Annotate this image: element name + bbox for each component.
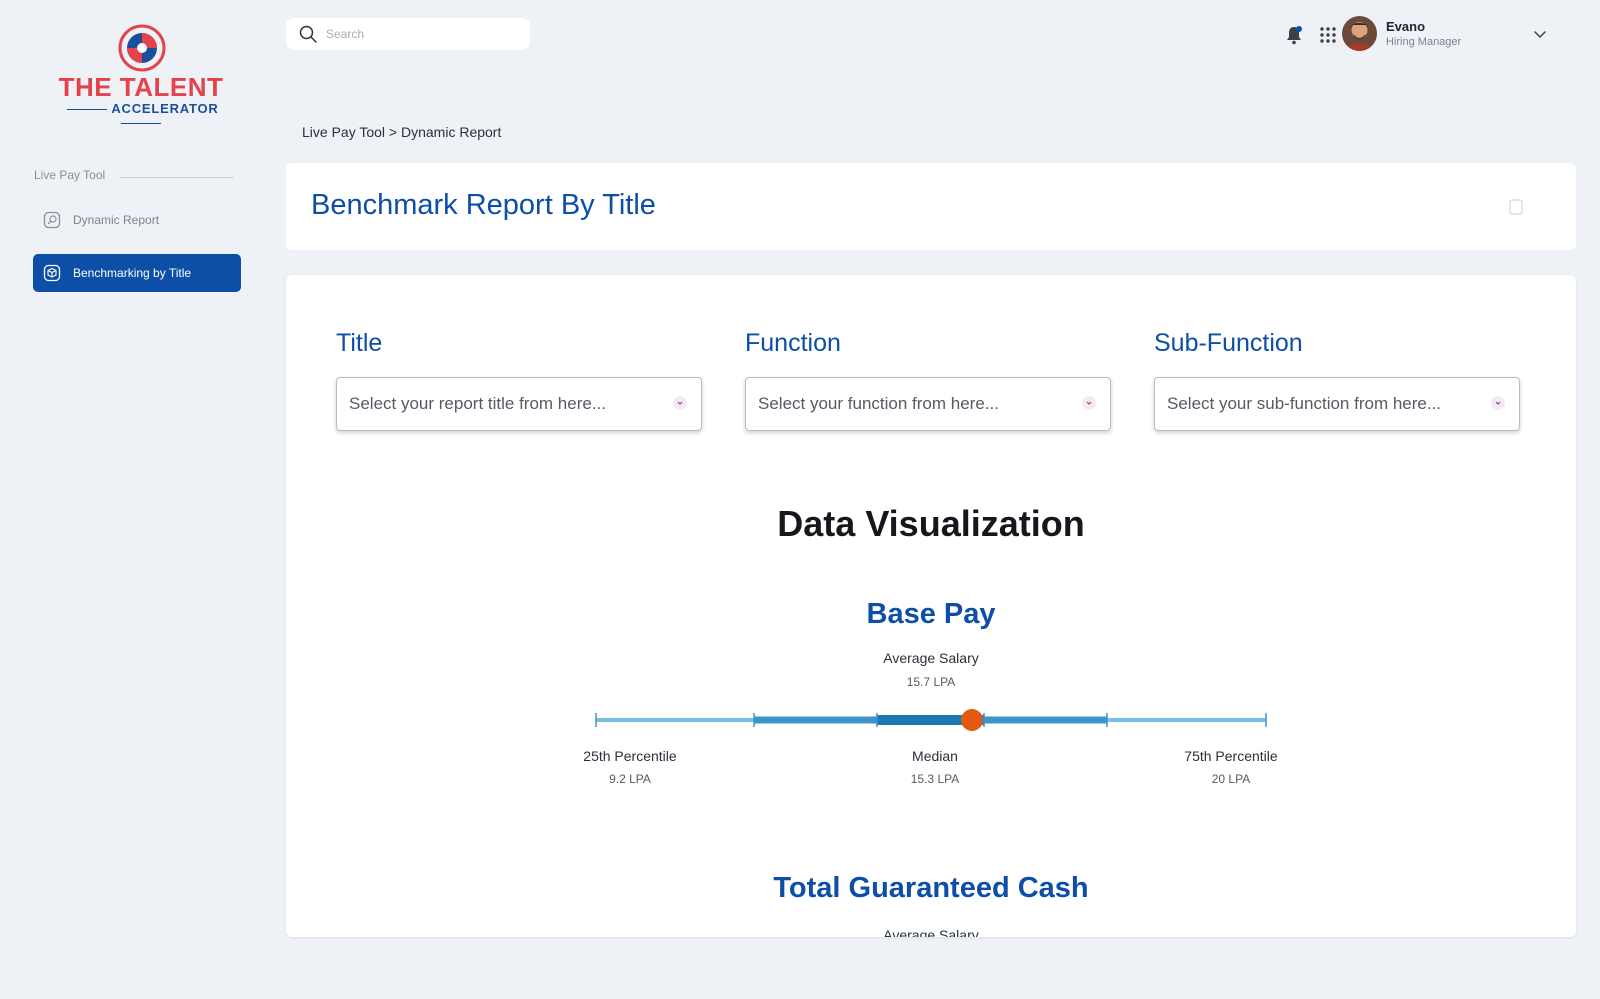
p75-label: 75th Percentile bbox=[1184, 748, 1278, 764]
search-input[interactable] bbox=[324, 26, 518, 42]
brand-subtitle: ACCELERATOR bbox=[48, 102, 234, 130]
logo-emblem-icon bbox=[118, 24, 166, 72]
user-role: Hiring Manager bbox=[1386, 36, 1462, 48]
chevron-down-icon bbox=[673, 396, 687, 410]
cube-icon bbox=[43, 264, 61, 282]
title-select[interactable]: Select your report title from here... bbox=[336, 377, 702, 431]
base-pay-heading: Base Pay bbox=[866, 598, 996, 630]
bell-icon[interactable] bbox=[1283, 24, 1305, 46]
p25-label: 25th Percentile bbox=[583, 748, 677, 764]
search-bar[interactable] bbox=[286, 18, 530, 50]
title-select-placeholder: Select your report title from here... bbox=[349, 394, 606, 413]
brand-logo[interactable]: THE TALENT ACCELERATOR bbox=[48, 22, 234, 122]
p25-value: 9.2 LPA bbox=[609, 772, 651, 786]
nav-section-divider bbox=[120, 177, 234, 178]
sidebar-item-label: Dynamic Report bbox=[73, 213, 160, 227]
filter-sub-function: Sub-Function Select your sub-function fr… bbox=[1154, 329, 1520, 431]
avatar[interactable] bbox=[1342, 16, 1377, 51]
chevron-down-icon[interactable] bbox=[1532, 26, 1548, 42]
sidebar-item-benchmarking-by-title[interactable]: Benchmarking by Title bbox=[33, 254, 241, 292]
breadcrumb-separator: > bbox=[388, 124, 398, 140]
average-salary-marker[interactable] bbox=[961, 709, 983, 731]
report-icon bbox=[43, 211, 61, 229]
tgc-average-salary-label: Average Salary bbox=[883, 927, 979, 937]
function-select-placeholder: Select your function from here... bbox=[758, 394, 999, 413]
sub-function-select[interactable]: Select your sub-function from here... bbox=[1154, 377, 1520, 431]
breadcrumb: Live Pay Tool > Dynamic Report bbox=[302, 124, 501, 140]
report-card: Title Select your report title from here… bbox=[286, 275, 1576, 937]
average-salary-label: Average Salary bbox=[883, 650, 979, 666]
page-title-card: Benchmark Report By Title bbox=[286, 163, 1576, 250]
sidebar: THE TALENT ACCELERATOR Live Pay Tool Dyn… bbox=[0, 0, 262, 999]
document-icon[interactable] bbox=[1508, 199, 1524, 215]
median-value: 15.3 LPA bbox=[910, 772, 960, 786]
user-name: Evano bbox=[1386, 19, 1426, 34]
nav-section-label: Live Pay Tool bbox=[34, 168, 234, 188]
sidebar-item-label: Benchmarking by Title bbox=[73, 266, 192, 280]
apps-grid-icon[interactable] bbox=[1317, 24, 1339, 46]
avatar-image bbox=[1342, 16, 1377, 51]
filter-sub-function-label: Sub-Function bbox=[1154, 329, 1303, 357]
brand-name: THE TALENT bbox=[58, 72, 224, 102]
filter-function-label: Function bbox=[745, 329, 841, 357]
sidebar-item-dynamic-report[interactable]: Dynamic Report bbox=[33, 201, 241, 239]
base-pay-range-bar bbox=[595, 709, 1267, 731]
filter-title: Title Select your report title from here… bbox=[336, 329, 702, 431]
breadcrumb-current[interactable]: Dynamic Report bbox=[401, 124, 501, 140]
filter-function: Function Select your function from here.… bbox=[745, 329, 1111, 431]
breadcrumb-parent[interactable]: Live Pay Tool bbox=[302, 124, 385, 140]
page-title: Benchmark Report By Title bbox=[311, 189, 656, 221]
filter-title-label: Title bbox=[336, 329, 383, 357]
data-visualization-heading: Data Visualization bbox=[777, 503, 1085, 544]
total-guaranteed-cash-heading: Total Guaranteed Cash bbox=[773, 872, 1089, 904]
search-icon bbox=[299, 25, 317, 43]
median-label: Median bbox=[912, 748, 958, 764]
function-select[interactable]: Select your function from here... bbox=[745, 377, 1111, 431]
average-salary-value: 15.7 LPA bbox=[906, 675, 956, 689]
chevron-down-icon bbox=[1491, 396, 1505, 410]
sub-function-select-placeholder: Select your sub-function from here... bbox=[1167, 394, 1442, 413]
nav-section-text: Live Pay Tool bbox=[34, 168, 106, 182]
chevron-down-icon bbox=[1082, 396, 1096, 410]
top-actions bbox=[1283, 24, 1339, 46]
p75-value: 20 LPA bbox=[1211, 772, 1251, 786]
